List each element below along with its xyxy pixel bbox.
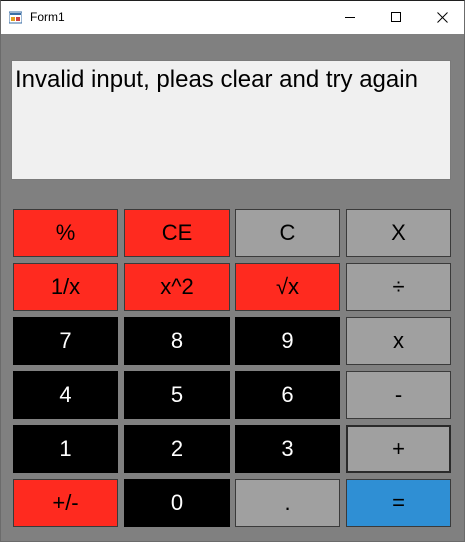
square-button[interactable]: x^2 xyxy=(124,263,230,311)
minimize-icon xyxy=(344,17,355,18)
negate-button[interactable]: +/- xyxy=(13,479,118,527)
digit-4-button[interactable]: 4 xyxy=(13,371,118,419)
close-icon xyxy=(436,12,448,23)
result-display[interactable]: Invalid input, pleas clear and try again xyxy=(11,60,451,180)
digit-3-button[interactable]: 3 xyxy=(235,425,340,473)
clear-button[interactable]: C xyxy=(235,209,340,257)
close-button[interactable] xyxy=(419,1,465,34)
form-app-icon xyxy=(9,11,22,24)
digit-1-button[interactable]: 1 xyxy=(13,425,118,473)
digit-5-button[interactable]: 5 xyxy=(124,371,230,419)
equals-button[interactable]: = xyxy=(346,479,451,527)
multiply-button[interactable]: x xyxy=(346,317,451,365)
minimize-button[interactable] xyxy=(327,1,373,34)
reciprocal-button[interactable]: 1/x xyxy=(13,263,118,311)
subtract-button[interactable]: - xyxy=(346,371,451,419)
digit-8-button[interactable]: 8 xyxy=(124,317,230,365)
digit-6-button[interactable]: 6 xyxy=(235,371,340,419)
backspace-button[interactable]: X xyxy=(346,209,451,257)
percent-button[interactable]: % xyxy=(13,209,118,257)
calculator-window: Form1 Invalid input, pleas clear and try… xyxy=(0,0,465,542)
digit-2-button[interactable]: 2 xyxy=(124,425,230,473)
form-client-area: Invalid input, pleas clear and try again… xyxy=(1,34,464,541)
divide-button[interactable]: ÷ xyxy=(346,263,451,311)
decimal-button[interactable]: . xyxy=(235,479,340,527)
maximize-icon xyxy=(390,12,401,22)
maximize-button[interactable] xyxy=(373,1,419,34)
square-root-button[interactable]: √x xyxy=(235,263,340,311)
digit-9-button[interactable]: 9 xyxy=(235,317,340,365)
digit-7-button[interactable]: 7 xyxy=(13,317,118,365)
digit-0-button[interactable]: 0 xyxy=(124,479,230,527)
title-bar[interactable]: Form1 xyxy=(1,1,464,34)
window-title: Form1 xyxy=(30,10,65,24)
clear-entry-button[interactable]: CE xyxy=(124,209,230,257)
add-button[interactable]: + xyxy=(346,425,451,473)
